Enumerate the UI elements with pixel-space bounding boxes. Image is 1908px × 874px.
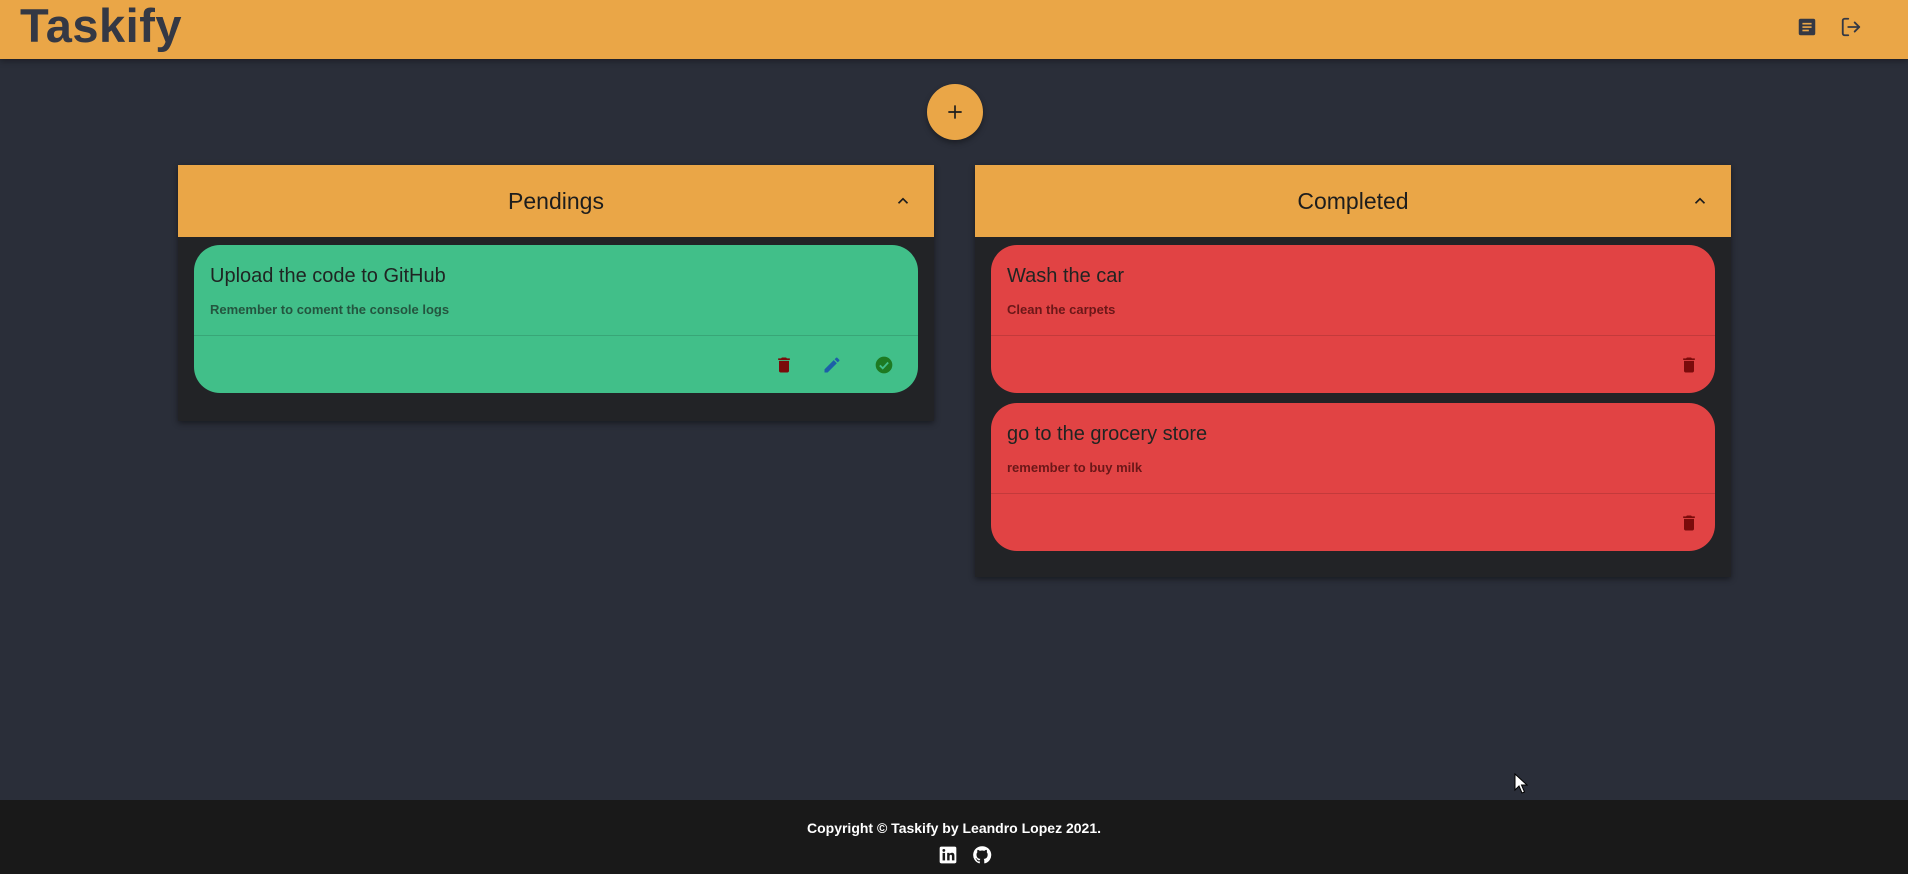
chevron-up-icon[interactable] [1689,190,1711,212]
copyright-text: Copyright © Taskify by Leandro Lopez 202… [806,820,1101,836]
card-divider [991,493,1715,494]
app-title[interactable]: Taskify [20,0,182,52]
delete-icon[interactable] [1677,511,1701,535]
task-title: Upload the code to GitHub [210,265,446,287]
pendings-header[interactable]: Pendings [178,165,934,237]
edit-icon[interactable] [820,353,844,377]
task-description: remember to buy milk [1007,460,1143,475]
task-description: Remember to coment the console logs [210,302,450,317]
app-bar: Taskify [0,0,1908,59]
completed-panel: Completed Wash the car Clean the carpets… [975,165,1731,577]
panel-title: Completed [1297,187,1409,214]
linkedin-icon[interactable] [937,844,959,866]
task-description: Clean the carpets [1007,302,1116,317]
task-title: Wash the car [1007,265,1125,287]
footer: Copyright © Taskify by Leandro Lopez 202… [0,800,1908,874]
task-title: go to the grocery store [1007,423,1208,445]
check-icon[interactable] [872,353,896,377]
panel-title: Pendings [508,187,604,214]
task-card[interactable]: Wash the car Clean the carpets [991,245,1715,393]
card-divider [991,335,1715,336]
delete-icon[interactable] [1677,353,1701,377]
mouse-cursor-icon [1514,773,1528,794]
github-icon[interactable] [971,844,993,866]
completed-header[interactable]: Completed [975,165,1731,237]
task-card[interactable]: go to the grocery store remember to buy … [991,403,1715,551]
plus-icon [948,105,962,119]
note-icon[interactable] [1794,14,1820,40]
chevron-up-icon[interactable] [892,190,914,212]
card-divider [194,335,918,336]
task-card[interactable]: Upload the code to GitHub Remember to co… [194,245,918,393]
logout-icon[interactable] [1838,14,1864,40]
pendings-panel: Pendings Upload the code to GitHub Remem… [178,165,934,421]
delete-icon[interactable] [772,353,796,377]
add-task-button[interactable] [927,84,983,140]
